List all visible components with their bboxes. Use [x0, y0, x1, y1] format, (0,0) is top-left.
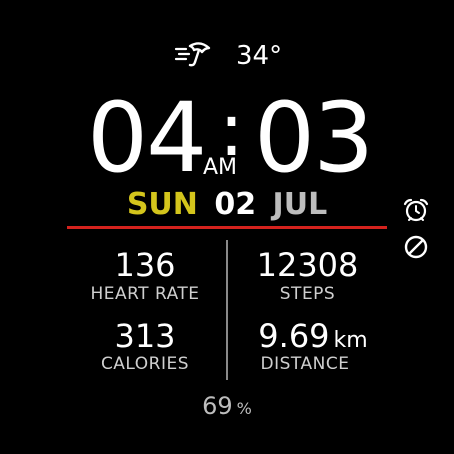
time-minute: 03: [254, 82, 374, 194]
steps-label: STEPS: [279, 284, 336, 304]
temperature: 34°: [236, 41, 283, 71]
time-hour: 04: [87, 82, 207, 194]
distance-label: DISTANCE: [260, 354, 350, 374]
time-ampm: AM: [203, 155, 238, 180]
alarm-icon: [403, 198, 429, 222]
steps-value: 12308: [256, 246, 359, 284]
battery-unit: %: [236, 399, 252, 418]
red-divider: [67, 226, 387, 229]
calories-label: CALORIES: [100, 354, 190, 374]
distance-value: 9.69: [258, 317, 330, 355]
calories-value: 313: [114, 317, 176, 355]
battery-value: 69: [202, 392, 233, 420]
heart-rate-value: 136: [114, 246, 176, 284]
do-not-disturb-icon: [404, 235, 428, 259]
heart-rate-label: HEART RATE: [90, 284, 200, 304]
distance-value-row: 9.69 km: [248, 318, 378, 359]
distance-unit: km: [333, 328, 368, 353]
date-day-number: 02: [214, 187, 257, 222]
battery-level: 69%: [0, 392, 454, 420]
vertical-divider: [226, 240, 228, 380]
windy-umbrella-icon: [174, 42, 211, 67]
date-row: SUN 02 JUL: [0, 188, 454, 222]
date-month: JUL: [272, 187, 328, 222]
date-day: SUN: [126, 187, 198, 222]
